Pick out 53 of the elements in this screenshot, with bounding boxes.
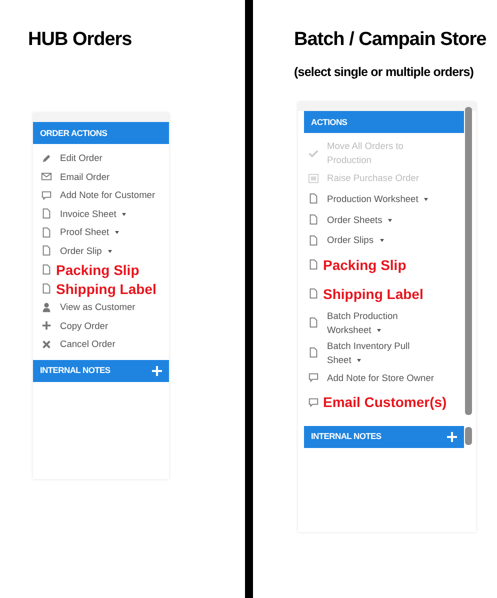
document-icon [308,288,319,300]
action-item[interactable]: Packing Slip [41,260,169,279]
cross-icon [41,338,52,350]
comment-icon [308,396,319,408]
document-icon [41,245,52,256]
document-icon [41,283,52,294]
document-icon [308,259,319,270]
panel-title: INTERNAL NOTES [311,430,382,443]
action-item[interactable]: Add Note for Store Owner [308,368,476,388]
action-item[interactable]: Order Slip [41,242,169,260]
action-item[interactable]: Copy Order [41,316,169,335]
check-icon [308,148,319,158]
action-item[interactable]: Order Slips [308,230,476,250]
add-icon[interactable] [447,432,457,442]
add-icon[interactable] [152,366,162,376]
action-item[interactable]: Batch Inventory Pull Sheet [308,338,476,366]
action-item[interactable]: Email Order [41,168,169,186]
panel-title: ACTIONS [311,116,348,128]
action-item[interactable]: Packing Slip [308,251,476,278]
action-item[interactable]: Batch Production Worksheet [308,308,476,337]
list-icon [308,172,319,184]
action-item[interactable]: Edit Order [41,149,169,168]
document-icon [308,214,319,226]
plus-icon [41,320,52,332]
action-item[interactable]: Invoice Sheet [41,204,169,223]
document-icon [41,264,52,275]
pencil-icon [41,152,52,164]
document-icon [41,226,52,238]
panel-title: INTERNAL NOTES [40,364,110,377]
action-item[interactable]: Proof Sheet [41,223,169,242]
action-item[interactable]: Cancel Order [41,335,169,354]
comment-icon [308,372,319,384]
email-icon [41,171,52,182]
action-item[interactable]: Shipping Label [308,280,476,308]
action-item[interactable]: Add Note for Customer [41,186,169,204]
user-icon [41,302,52,313]
section-title: Batch / Campain Store [294,28,486,52]
document-icon [308,317,319,328]
document-icon [308,234,319,246]
comment-icon [41,190,52,201]
document-icon [41,208,52,220]
action-item[interactable]: View as Customer [41,298,169,316]
scrollbar[interactable] [465,107,472,415]
action-item[interactable]: Shipping Label [41,279,169,298]
section-title: HUB Orders [28,28,132,52]
section-subtitle: (select single or multiple orders) [294,64,474,81]
scrollbar[interactable] [465,427,472,445]
action-item[interactable]: Order Sheets [308,210,476,230]
document-icon [308,193,319,204]
panel-title: ORDER ACTIONS [40,126,108,140]
action-item[interactable]: Email Customer(s) [308,388,476,416]
action-item[interactable]: Production Worksheet [308,189,476,208]
document-icon [308,347,319,358]
